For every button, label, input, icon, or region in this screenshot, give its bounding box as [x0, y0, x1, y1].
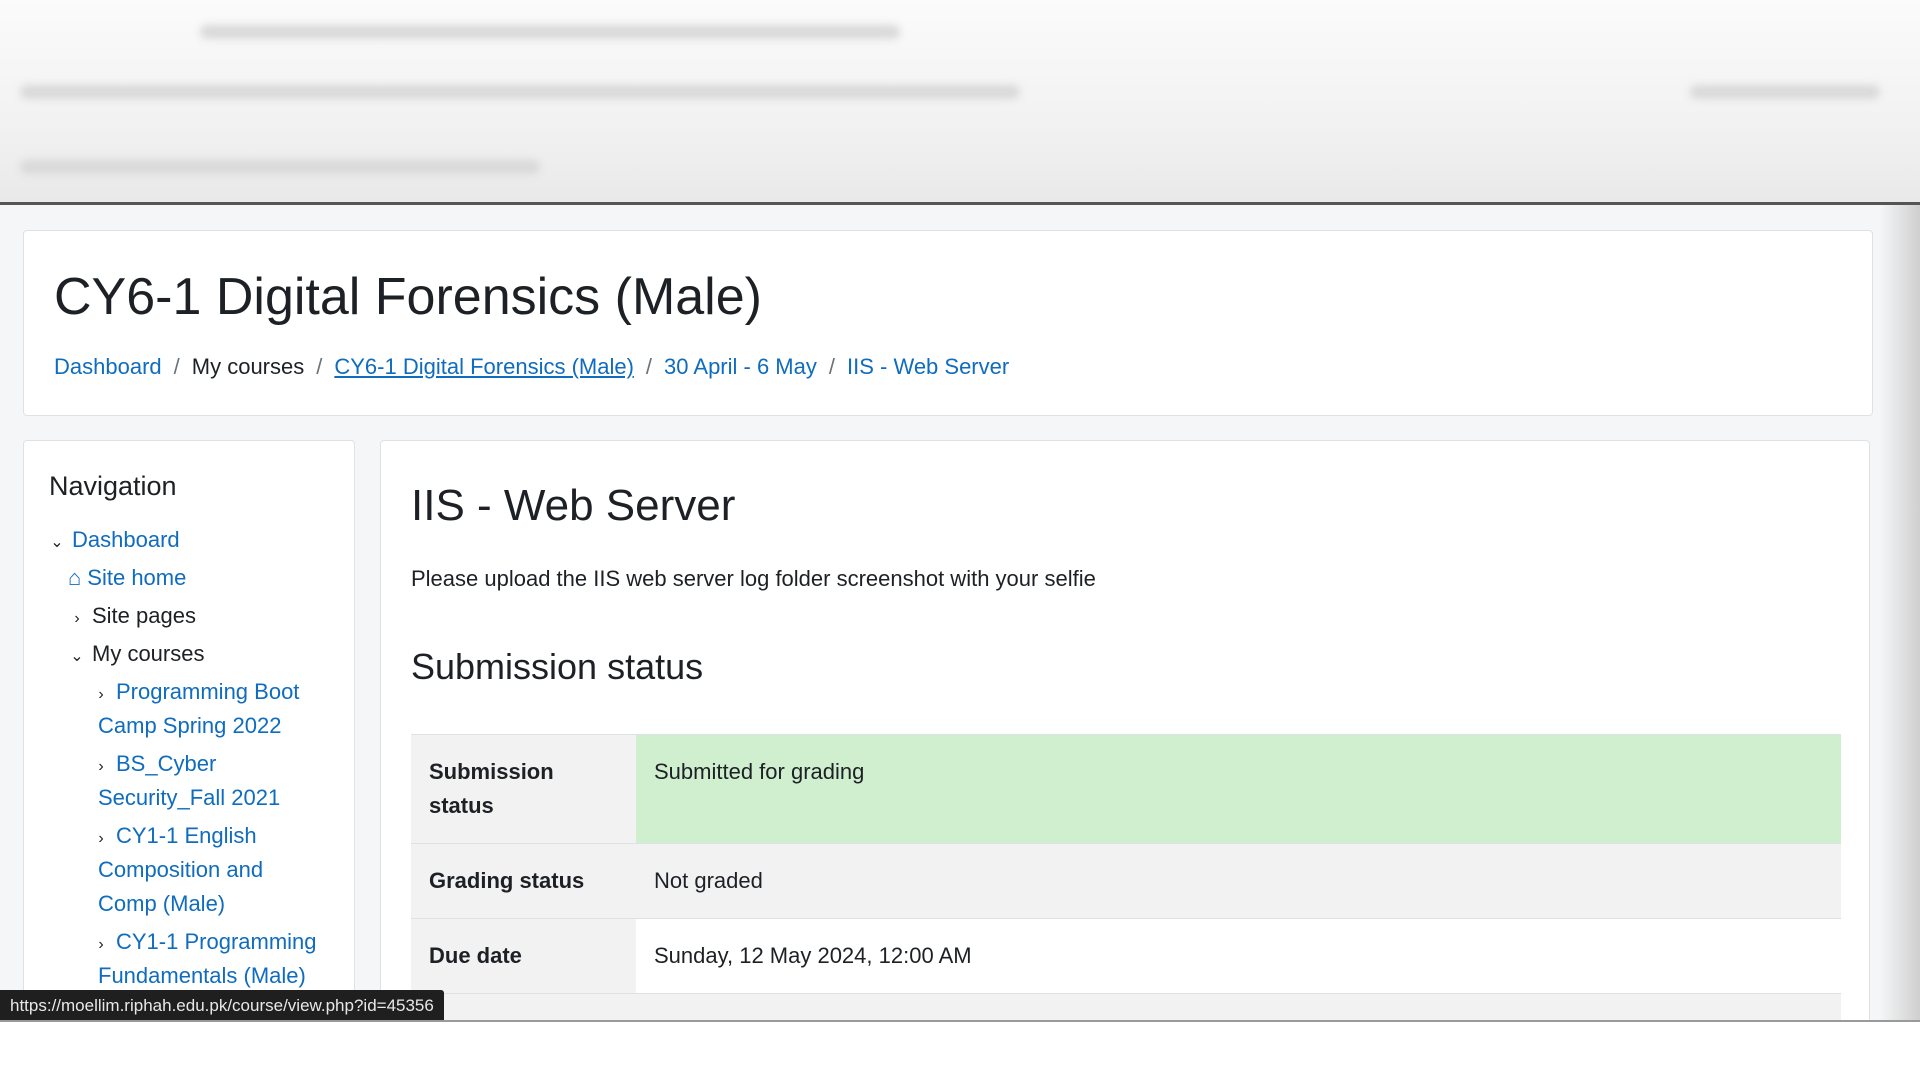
nav-item-label-continued[interactable]: Fundamentals (Male) — [98, 959, 306, 993]
breadcrumb-course[interactable]: CY6-1 Digital Forensics (Male) — [334, 354, 634, 380]
nav-item-course-programming-fundamentals[interactable]: › CY1-1 Programming — [92, 925, 317, 962]
course-title: CY6-1 Digital Forensics (Male) — [54, 268, 762, 326]
home-icon: ⌂ — [68, 565, 82, 590]
activity-title: IIS - Web Server — [411, 481, 736, 530]
nav-item-label: BS_Cyber — [116, 751, 217, 776]
nav-item-label-continued[interactable]: Camp Spring 2022 — [98, 709, 281, 743]
nav-item-label: CY1-1 Programming — [116, 929, 317, 954]
navigation-title: Navigation — [49, 471, 177, 501]
nav-item-label: Site pages — [92, 603, 196, 628]
blurred-toolbar — [20, 85, 1020, 99]
nav-item-course-english[interactable]: › CY1-1 English — [92, 819, 257, 856]
breadcrumb-separator: / — [828, 354, 835, 379]
window-bottom-margin — [0, 1020, 1920, 1080]
breadcrumb-section[interactable]: 30 April - 6 May — [664, 354, 817, 380]
chevron-right-icon[interactable]: › — [92, 822, 110, 856]
nav-item-dashboard[interactable]: ⌄ Dashboard — [48, 523, 180, 560]
nav-item-label-continued[interactable]: Comp (Male) — [98, 887, 225, 921]
window-edge-shadow — [1880, 205, 1920, 1020]
breadcrumb-dashboard[interactable]: Dashboard — [54, 354, 162, 380]
nav-item-label-continued[interactable]: Composition and — [98, 853, 263, 887]
row-label: Submission status — [411, 734, 636, 844]
submission-status-heading: Submission status — [411, 646, 704, 687]
table-row: Submission status Submitted for grading — [411, 734, 1841, 844]
activity-description: Please upload the IIS web server log fol… — [411, 566, 1096, 591]
nav-item-label: My courses — [92, 641, 205, 666]
blurred-tab-strip — [200, 25, 900, 39]
nav-item-label-continued[interactable]: Security_Fall 2021 — [98, 781, 280, 815]
nav-item-site-home[interactable]: ⌂ Site home — [68, 561, 186, 595]
breadcrumb-my-courses: My courses — [191, 354, 305, 379]
chevron-down-icon[interactable]: ⌄ — [48, 526, 66, 560]
grading-status-value: Not graded — [636, 843, 1841, 919]
nav-item-course-programming-boot-camp[interactable]: › Programming Boot — [92, 675, 299, 712]
submission-status-table: Submission status Submitted for grading … — [411, 734, 1841, 1020]
chevron-right-icon[interactable]: › — [92, 928, 110, 962]
nav-item-label: CY1-1 English — [116, 823, 257, 848]
breadcrumb: Dashboard / My courses / CY6-1 Digital F… — [54, 354, 1009, 380]
breadcrumb-separator: / — [173, 354, 180, 379]
main-region: IIS - Web Server Please upload the IIS w… — [380, 440, 1870, 1020]
nav-item-label: Dashboard — [72, 527, 180, 552]
chevron-down-icon[interactable]: ⌄ — [68, 640, 86, 674]
browser-chrome — [0, 0, 1920, 205]
breadcrumb-separator: / — [645, 354, 653, 379]
nav-item-my-courses[interactable]: ⌄ My courses — [68, 637, 204, 674]
row-label: Due date — [411, 918, 636, 994]
time-remaining-value: 1 hour 59 mins — [636, 993, 1841, 1020]
blurred-toolbar-icons — [1690, 85, 1880, 99]
nav-item-label: Programming Boot — [116, 679, 300, 704]
table-row: Due date Sunday, 12 May 2024, 12:00 AM — [411, 918, 1841, 994]
row-label: Grading status — [411, 843, 636, 919]
navigation-block: Navigation ⌄ Dashboard ⌂ Site home › Site p… — [23, 440, 355, 1020]
blurred-bookmarks — [20, 160, 540, 174]
table-row: Time remaining 1 hour 59 mins — [411, 993, 1841, 1020]
breadcrumb-activity[interactable]: IIS - Web Server — [847, 354, 1009, 380]
page-header: CY6-1 Digital Forensics (Male) Dashboard… — [23, 230, 1873, 416]
nav-item-label: Site home — [87, 565, 187, 590]
link-status-bar: https://moellim.riphah.edu.pk/course/vie… — [0, 990, 444, 1022]
breadcrumb-separator: / — [316, 354, 323, 379]
row-label: Time remaining — [411, 993, 636, 1020]
nav-item-site-pages[interactable]: › Site pages — [68, 599, 196, 636]
chevron-right-icon[interactable]: › — [92, 750, 110, 784]
chevron-right-icon[interactable]: › — [68, 602, 86, 636]
page-content: CY6-1 Digital Forensics (Male) Dashboard… — [0, 205, 1900, 1020]
due-date-value: Sunday, 12 May 2024, 12:00 AM — [636, 918, 1841, 994]
submission-status-value: Submitted for grading — [636, 734, 1841, 844]
table-row: Grading status Not graded — [411, 843, 1841, 919]
chevron-right-icon[interactable]: › — [92, 678, 110, 712]
nav-item-course-bs-cyber[interactable]: › BS_Cyber — [92, 747, 216, 784]
